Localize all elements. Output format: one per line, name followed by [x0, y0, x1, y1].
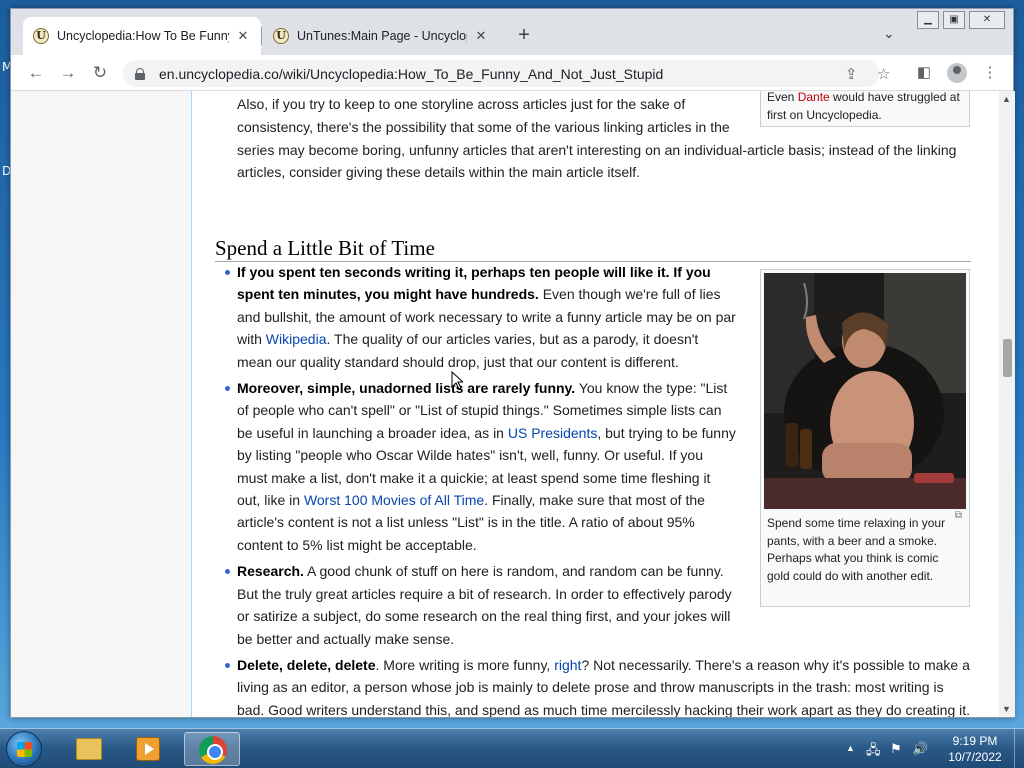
show-hidden-icons-icon[interactable]: ▲ [846, 743, 855, 753]
tab-how-to-be-funny[interactable]: U Uncyclopedia:How To Be Funny A ✕ [23, 17, 261, 55]
wiki-sidebar [11, 91, 191, 717]
tab-title: UnTunes:Main Page - Uncyclope [297, 29, 467, 43]
network-icon[interactable]: 🖧 [866, 741, 881, 763]
action-center-flag-icon[interactable]: ⚑ [890, 741, 902, 757]
lock-icon[interactable] [135, 67, 145, 80]
list-item: Research. A good chunk of stuff on here … [225, 560, 737, 650]
tab-title: Uncyclopedia:How To Be Funny A [57, 29, 229, 43]
folder-icon [76, 738, 102, 760]
clock-time: 9:19 PM [952, 734, 998, 748]
image-caption: ⧉ Spend some time relaxing in your pants… [764, 509, 966, 585]
show-desktop-button[interactable] [1014, 729, 1024, 768]
paragraph-text: second or subsequent viewpoints on that … [237, 96, 730, 135]
item-text: A good chunk of stuff on here is random,… [237, 563, 732, 647]
media-player-icon [136, 737, 160, 761]
url-text: en.uncyclopedia.co/wiki/Uncyclopedia:How… [159, 65, 664, 82]
clock-date: 10/7/2022 [948, 750, 1002, 764]
taskbar-chrome[interactable] [184, 732, 240, 766]
menu-kebab-icon[interactable]: ⋮ [979, 62, 1001, 84]
chrome-icon [199, 736, 227, 764]
address-bar[interactable]: en.uncyclopedia.co/wiki/Uncyclopedia:How… [123, 60, 879, 87]
enlarge-icon[interactable]: ⧉ [955, 507, 962, 525]
start-button[interactable] [6, 731, 42, 767]
paragraph-partial: second or subsequent viewpoints on that … [237, 91, 737, 138]
bold-lead: Moreover, simple, unadorned [237, 380, 436, 397]
tab-untunes[interactable]: U UnTunes:Main Page - Uncyclope ✕ [263, 17, 499, 55]
list-item: Delete, delete, delete. More writing is … [225, 654, 972, 717]
volume-icon[interactable]: 🔊 [912, 741, 928, 757]
close-tab-icon[interactable]: ✕ [235, 28, 251, 44]
caption-text: Even [767, 91, 798, 104]
system-clock[interactable]: 9:19 PM 10/7/2022 [940, 733, 1010, 765]
bold-lead: Research. [237, 563, 304, 580]
taskbar: ▲ 🖧 ⚑ 🔊 9:19 PM 10/7/2022 [0, 728, 1024, 768]
paragraph-partial-cont: series may become boring, unfunny articl… [237, 139, 972, 184]
page-viewport: second or subsequent viewpoints on that … [11, 91, 999, 717]
right-link[interactable]: right [554, 657, 581, 673]
share-icon[interactable]: ⇪ [845, 65, 858, 83]
image-thumbnail-dante: Even Dante would have struggled at first… [760, 91, 970, 127]
list-item: If you spent ten seconds writing it, per… [225, 261, 737, 373]
scroll-up-icon[interactable]: ▲ [1002, 94, 1011, 104]
section-heading: Spend a Little Bit of Time [215, 237, 971, 263]
wikipedia-link[interactable]: Wikipedia [266, 331, 327, 347]
side-panel-icon[interactable]: ◧ [913, 62, 935, 84]
profile-avatar[interactable] [947, 63, 967, 83]
close-tab-icon[interactable]: ✕ [473, 28, 489, 44]
scroll-down-icon[interactable]: ▼ [1002, 704, 1011, 714]
us-presidents-link[interactable]: US Presidents [508, 425, 597, 441]
bookmark-star-icon[interactable]: ☆ [877, 65, 890, 83]
browser-toolbar: ← → ↻ en.uncyclopedia.co/wiki/Uncycloped… [11, 55, 1013, 91]
image-thumbnail-relaxing: ⧉ Spend some time relaxing in your pants… [760, 269, 970, 607]
tab-strip: U Uncyclopedia:How To Be Funny A ✕ U UnT… [11, 9, 1013, 55]
page-scrollbar[interactable]: ▲ ▼ [999, 91, 1015, 717]
close-window-button[interactable]: ✕ [969, 11, 1005, 29]
uncyclopedia-favicon-icon: U [273, 28, 289, 44]
item-text: . More writing is more funny, [375, 656, 555, 673]
tab-separator [261, 27, 262, 45]
forward-arrow-icon[interactable]: → [57, 62, 79, 84]
tab-search-chevron-icon[interactable]: ⌄ [883, 25, 895, 42]
caption-text: Spend some time relaxing in your pants, … [767, 516, 946, 583]
bold-lead: Delete, delete, delete [237, 656, 376, 673]
photo-illustration [764, 273, 966, 509]
reload-icon[interactable]: ↻ [89, 62, 111, 84]
worst-100-movies-link[interactable]: Worst 100 Movies of All Time [304, 492, 484, 508]
uncyclopedia-favicon-icon: U [33, 28, 49, 44]
mouse-cursor-icon [451, 371, 463, 390]
article-photo[interactable] [764, 273, 966, 509]
new-tab-button[interactable]: + [511, 23, 537, 49]
list-item: Moreover, simple, unadorned lists are ra… [225, 377, 737, 556]
taskbar-media-player[interactable] [120, 732, 176, 766]
bold-lead: are rarely funny. [463, 380, 576, 397]
maximize-button[interactable]: ▣ [943, 11, 965, 29]
paragraph-text: series may become boring, unfunny articl… [237, 142, 957, 181]
browser-window: U Uncyclopedia:How To Be Funny A ✕ U UnT… [10, 8, 1015, 718]
dante-link[interactable]: Dante [798, 91, 830, 104]
minimize-button[interactable]: ▁ [917, 11, 939, 29]
scrollbar-thumb[interactable] [1003, 339, 1012, 377]
back-arrow-icon[interactable]: ← [25, 62, 47, 84]
taskbar-explorer[interactable] [60, 732, 116, 766]
